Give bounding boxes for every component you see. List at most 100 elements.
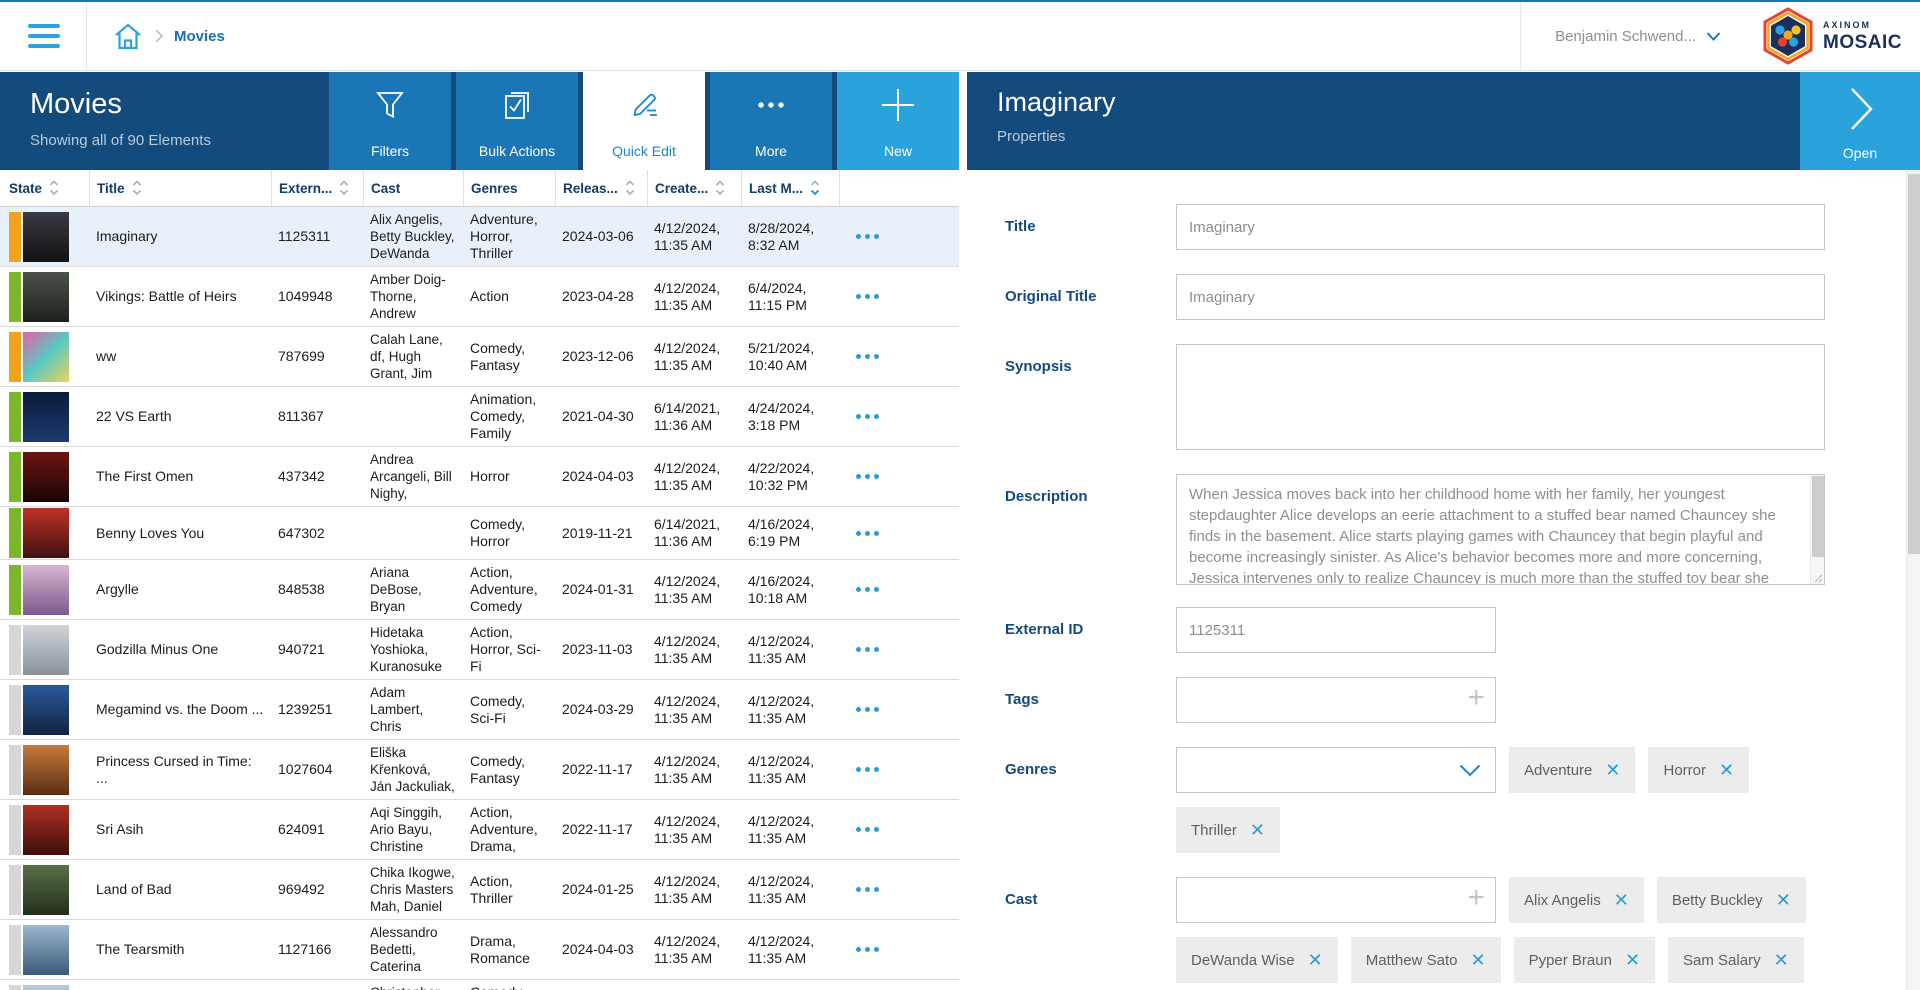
sort-icon: [132, 179, 142, 197]
panel-subtitle: Showing all of 90 Elements: [30, 132, 329, 149]
external-id-cell: 647302: [272, 521, 364, 546]
title-input[interactable]: [1176, 204, 1825, 250]
table-row[interactable]: ww787699Calah Lane, df, Hugh Grant, JimC…: [0, 327, 959, 387]
column-header-state[interactable]: State: [0, 170, 90, 206]
actions-cell: [840, 697, 959, 722]
remove-chip-button[interactable]: ✕: [1625, 951, 1640, 969]
chip-cast: Sam Salary✕: [1668, 937, 1804, 983]
column-header-actions: [840, 170, 959, 206]
row-actions-button[interactable]: [840, 817, 885, 842]
title-cell: Argylle: [90, 577, 272, 602]
remove-chip-button[interactable]: ✕: [1719, 761, 1734, 779]
state-cell: [0, 624, 90, 676]
scrollbar-thumb[interactable]: [1812, 476, 1824, 557]
row-actions-button[interactable]: [840, 637, 885, 662]
table-row[interactable]: Megamind vs. the Doom ...1239251Adam Lam…: [0, 680, 959, 740]
table-row[interactable]: Land of Bad969492Chika Ikogwe, Chris Mas…: [0, 860, 959, 920]
quick-edit-button[interactable]: Quick Edit: [583, 72, 705, 170]
genres-cell: Action, Adventure, Drama,: [464, 800, 556, 859]
user-menu-button[interactable]: Benjamin Schwend...: [1549, 27, 1727, 46]
row-actions-button[interactable]: [840, 877, 885, 902]
table-row[interactable]: 22 VS Earth811367Animation, Comedy, Fami…: [0, 387, 959, 447]
home-icon[interactable]: [111, 20, 145, 53]
original-title-input[interactable]: [1176, 274, 1825, 320]
tags-field-label: Tags: [1005, 677, 1176, 723]
table-row[interactable]: Argylle848538Ariana DeBose, BryanAction,…: [0, 560, 959, 620]
row-actions-button[interactable]: [840, 284, 885, 309]
row-actions-button[interactable]: [840, 697, 885, 722]
chip-genre: Adventure✕: [1509, 747, 1635, 793]
row-actions-button[interactable]: [840, 937, 885, 962]
poster-thumbnail: [23, 392, 69, 442]
cast-cell: Aqi Singgih, Ario Bayu, Christine: [364, 800, 464, 859]
filter-icon: [372, 87, 408, 123]
modified-cell: 4/12/2024, 11:35 AM: [742, 809, 840, 851]
released-cell: 2024-03-29: [556, 697, 648, 722]
remove-chip-button[interactable]: ✕: [1614, 891, 1629, 909]
modified-cell: 4/12/2024, 11:35 AM: [742, 749, 840, 791]
new-button[interactable]: New: [837, 72, 959, 170]
row-actions-button[interactable]: [840, 344, 885, 369]
column-header-created[interactable]: Create...: [648, 170, 742, 206]
textarea-scrollbar[interactable]: [1810, 475, 1824, 584]
row-actions-button[interactable]: [840, 577, 885, 602]
panel-scrollbar[interactable]: [1906, 170, 1920, 990]
column-header-title[interactable]: Title: [90, 170, 272, 206]
column-header-external-id[interactable]: Extern...: [272, 170, 364, 206]
row-actions-button[interactable]: [840, 404, 885, 429]
synopsis-textarea[interactable]: [1176, 344, 1825, 450]
remove-chip-button[interactable]: ✕: [1774, 951, 1789, 969]
breadcrumb-current[interactable]: Movies: [174, 28, 225, 45]
external-id-input[interactable]: [1176, 607, 1496, 653]
table-row[interactable]: Vikings: Battle of Heirs1049948Amber Doi…: [0, 267, 959, 327]
title-cell: Godzilla Minus One: [90, 637, 272, 662]
created-cell: 6/14/2021, 11:36 AM: [648, 396, 742, 438]
cast-input[interactable]: +: [1176, 877, 1496, 923]
state-indicator: [9, 272, 21, 322]
remove-chip-button[interactable]: ✕: [1605, 761, 1620, 779]
title-cell: Megamind vs. the Doom ...: [90, 697, 272, 722]
row-actions-button[interactable]: [840, 224, 885, 249]
state-indicator: [9, 392, 21, 442]
chip-label: DeWanda Wise: [1191, 952, 1295, 969]
remove-chip-button[interactable]: ✕: [1470, 951, 1485, 969]
hamburger-menu-button[interactable]: [24, 20, 64, 52]
tags-input[interactable]: +: [1176, 677, 1496, 723]
row-actions-button[interactable]: [840, 464, 885, 489]
title-cell: Land of Bad: [90, 877, 272, 902]
table-row[interactable]: Poor Things792307Christopher Abbott, Emm…: [0, 980, 959, 990]
table-row[interactable]: Princess Cursed in Time: ...1027604Elišk…: [0, 740, 959, 800]
modified-cell: 4/16/2024, 10:18 AM: [742, 569, 840, 611]
table-row[interactable]: The First Omen437342Andrea Arcangeli, Bi…: [0, 447, 959, 507]
column-header-last-modified[interactable]: Last M...: [742, 170, 840, 206]
panel-title: Movies: [30, 88, 329, 121]
remove-chip-button[interactable]: ✕: [1308, 951, 1323, 969]
genres-cell: Action, Adventure, Comedy: [464, 560, 556, 619]
table-row[interactable]: Godzilla Minus One940721Hidetaka Yoshiok…: [0, 620, 959, 680]
row-actions-button[interactable]: [840, 521, 885, 546]
table-row[interactable]: The Tearsmith1127166Alessandro Bedetti, …: [0, 920, 959, 980]
more-button[interactable]: More: [710, 72, 832, 170]
movies-list-panel: Movies Showing all of 90 Elements Filter…: [0, 72, 959, 990]
table-row[interactable]: Imaginary1125311Alix Angelis, Betty Buck…: [0, 207, 959, 267]
table-row[interactable]: Benny Loves You647302Comedy, Horror2019-…: [0, 507, 959, 560]
scrollbar-thumb[interactable]: [1908, 174, 1920, 554]
filters-button[interactable]: Filters: [329, 72, 451, 170]
remove-chip-button[interactable]: ✕: [1250, 821, 1265, 839]
state-cell: [0, 211, 90, 263]
cast-cell: Andrea Arcangeli, Bill Nighy,: [364, 447, 464, 506]
bulk-actions-button[interactable]: Bulk Actions: [456, 72, 578, 170]
genres-select[interactable]: [1176, 747, 1496, 793]
external-id-cell: 940721: [272, 637, 364, 662]
poster-thumbnail: [23, 865, 69, 915]
poster-thumbnail: [23, 332, 69, 382]
external-id-cell: 787699: [272, 344, 364, 369]
row-actions-button[interactable]: [840, 757, 885, 782]
description-textarea[interactable]: When Jessica moves back into her childho…: [1176, 474, 1825, 585]
column-header-released[interactable]: Releas...: [556, 170, 648, 206]
actions-cell: [840, 464, 959, 489]
table-row[interactable]: Sri Asih624091Aqi Singgih, Ario Bayu, Ch…: [0, 800, 959, 860]
open-button[interactable]: Open: [1800, 72, 1920, 170]
actions-cell: [840, 757, 959, 782]
remove-chip-button[interactable]: ✕: [1776, 891, 1791, 909]
